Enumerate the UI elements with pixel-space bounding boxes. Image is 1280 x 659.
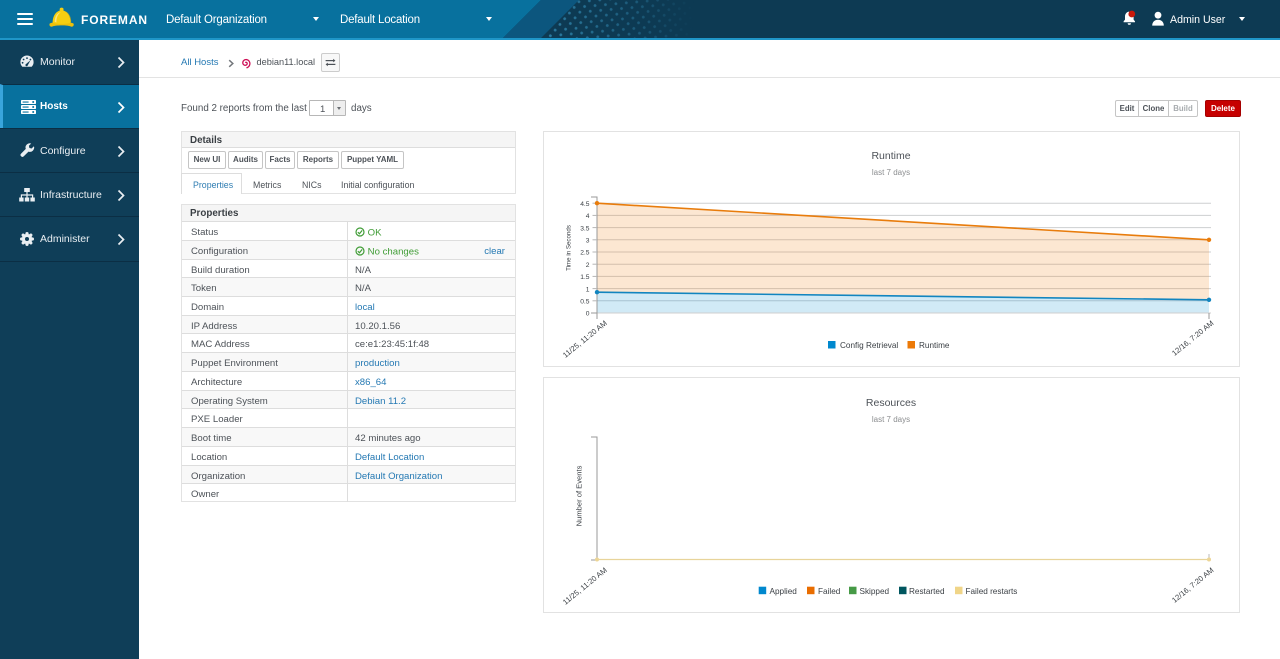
svg-text:4.5: 4.5 — [580, 201, 590, 208]
svg-text:Time in Seconds: Time in Seconds — [566, 225, 573, 271]
svg-text:Applied: Applied — [770, 587, 798, 596]
svg-text:Failed: Failed — [818, 587, 841, 596]
svg-text:2.5: 2.5 — [580, 250, 590, 257]
svg-text:0.5: 0.5 — [580, 299, 590, 306]
svg-text:4: 4 — [586, 213, 590, 220]
svg-text:Resources: Resources — [866, 397, 916, 409]
svg-text:Restarted: Restarted — [909, 587, 945, 596]
svg-text:0: 0 — [586, 311, 590, 318]
svg-text:1: 1 — [586, 286, 590, 293]
svg-text:Runtime: Runtime — [919, 341, 950, 350]
svg-text:11/25, 11:20 AM: 11/25, 11:20 AM — [561, 319, 609, 360]
svg-text:11/25, 11:20 AM: 11/25, 11:20 AM — [561, 566, 609, 607]
svg-text:2: 2 — [586, 262, 590, 269]
svg-text:Failed restarts: Failed restarts — [966, 587, 1018, 596]
svg-text:3: 3 — [586, 238, 590, 245]
svg-text:1.5: 1.5 — [580, 274, 590, 281]
svg-text:last 7 days: last 7 days — [872, 415, 910, 424]
svg-text:3.5: 3.5 — [580, 225, 590, 232]
svg-text:Number of Events: Number of Events — [575, 465, 584, 526]
svg-text:Config Retrieval: Config Retrieval — [840, 341, 898, 350]
svg-text:12/16, 7:20 AM: 12/16, 7:20 AM — [1170, 566, 1215, 605]
svg-text:Runtime: Runtime — [871, 150, 910, 162]
svg-text:Skipped: Skipped — [860, 587, 890, 596]
svg-text:12/16, 7:20 AM: 12/16, 7:20 AM — [1170, 319, 1215, 358]
svg-text:last 7 days: last 7 days — [872, 168, 910, 177]
